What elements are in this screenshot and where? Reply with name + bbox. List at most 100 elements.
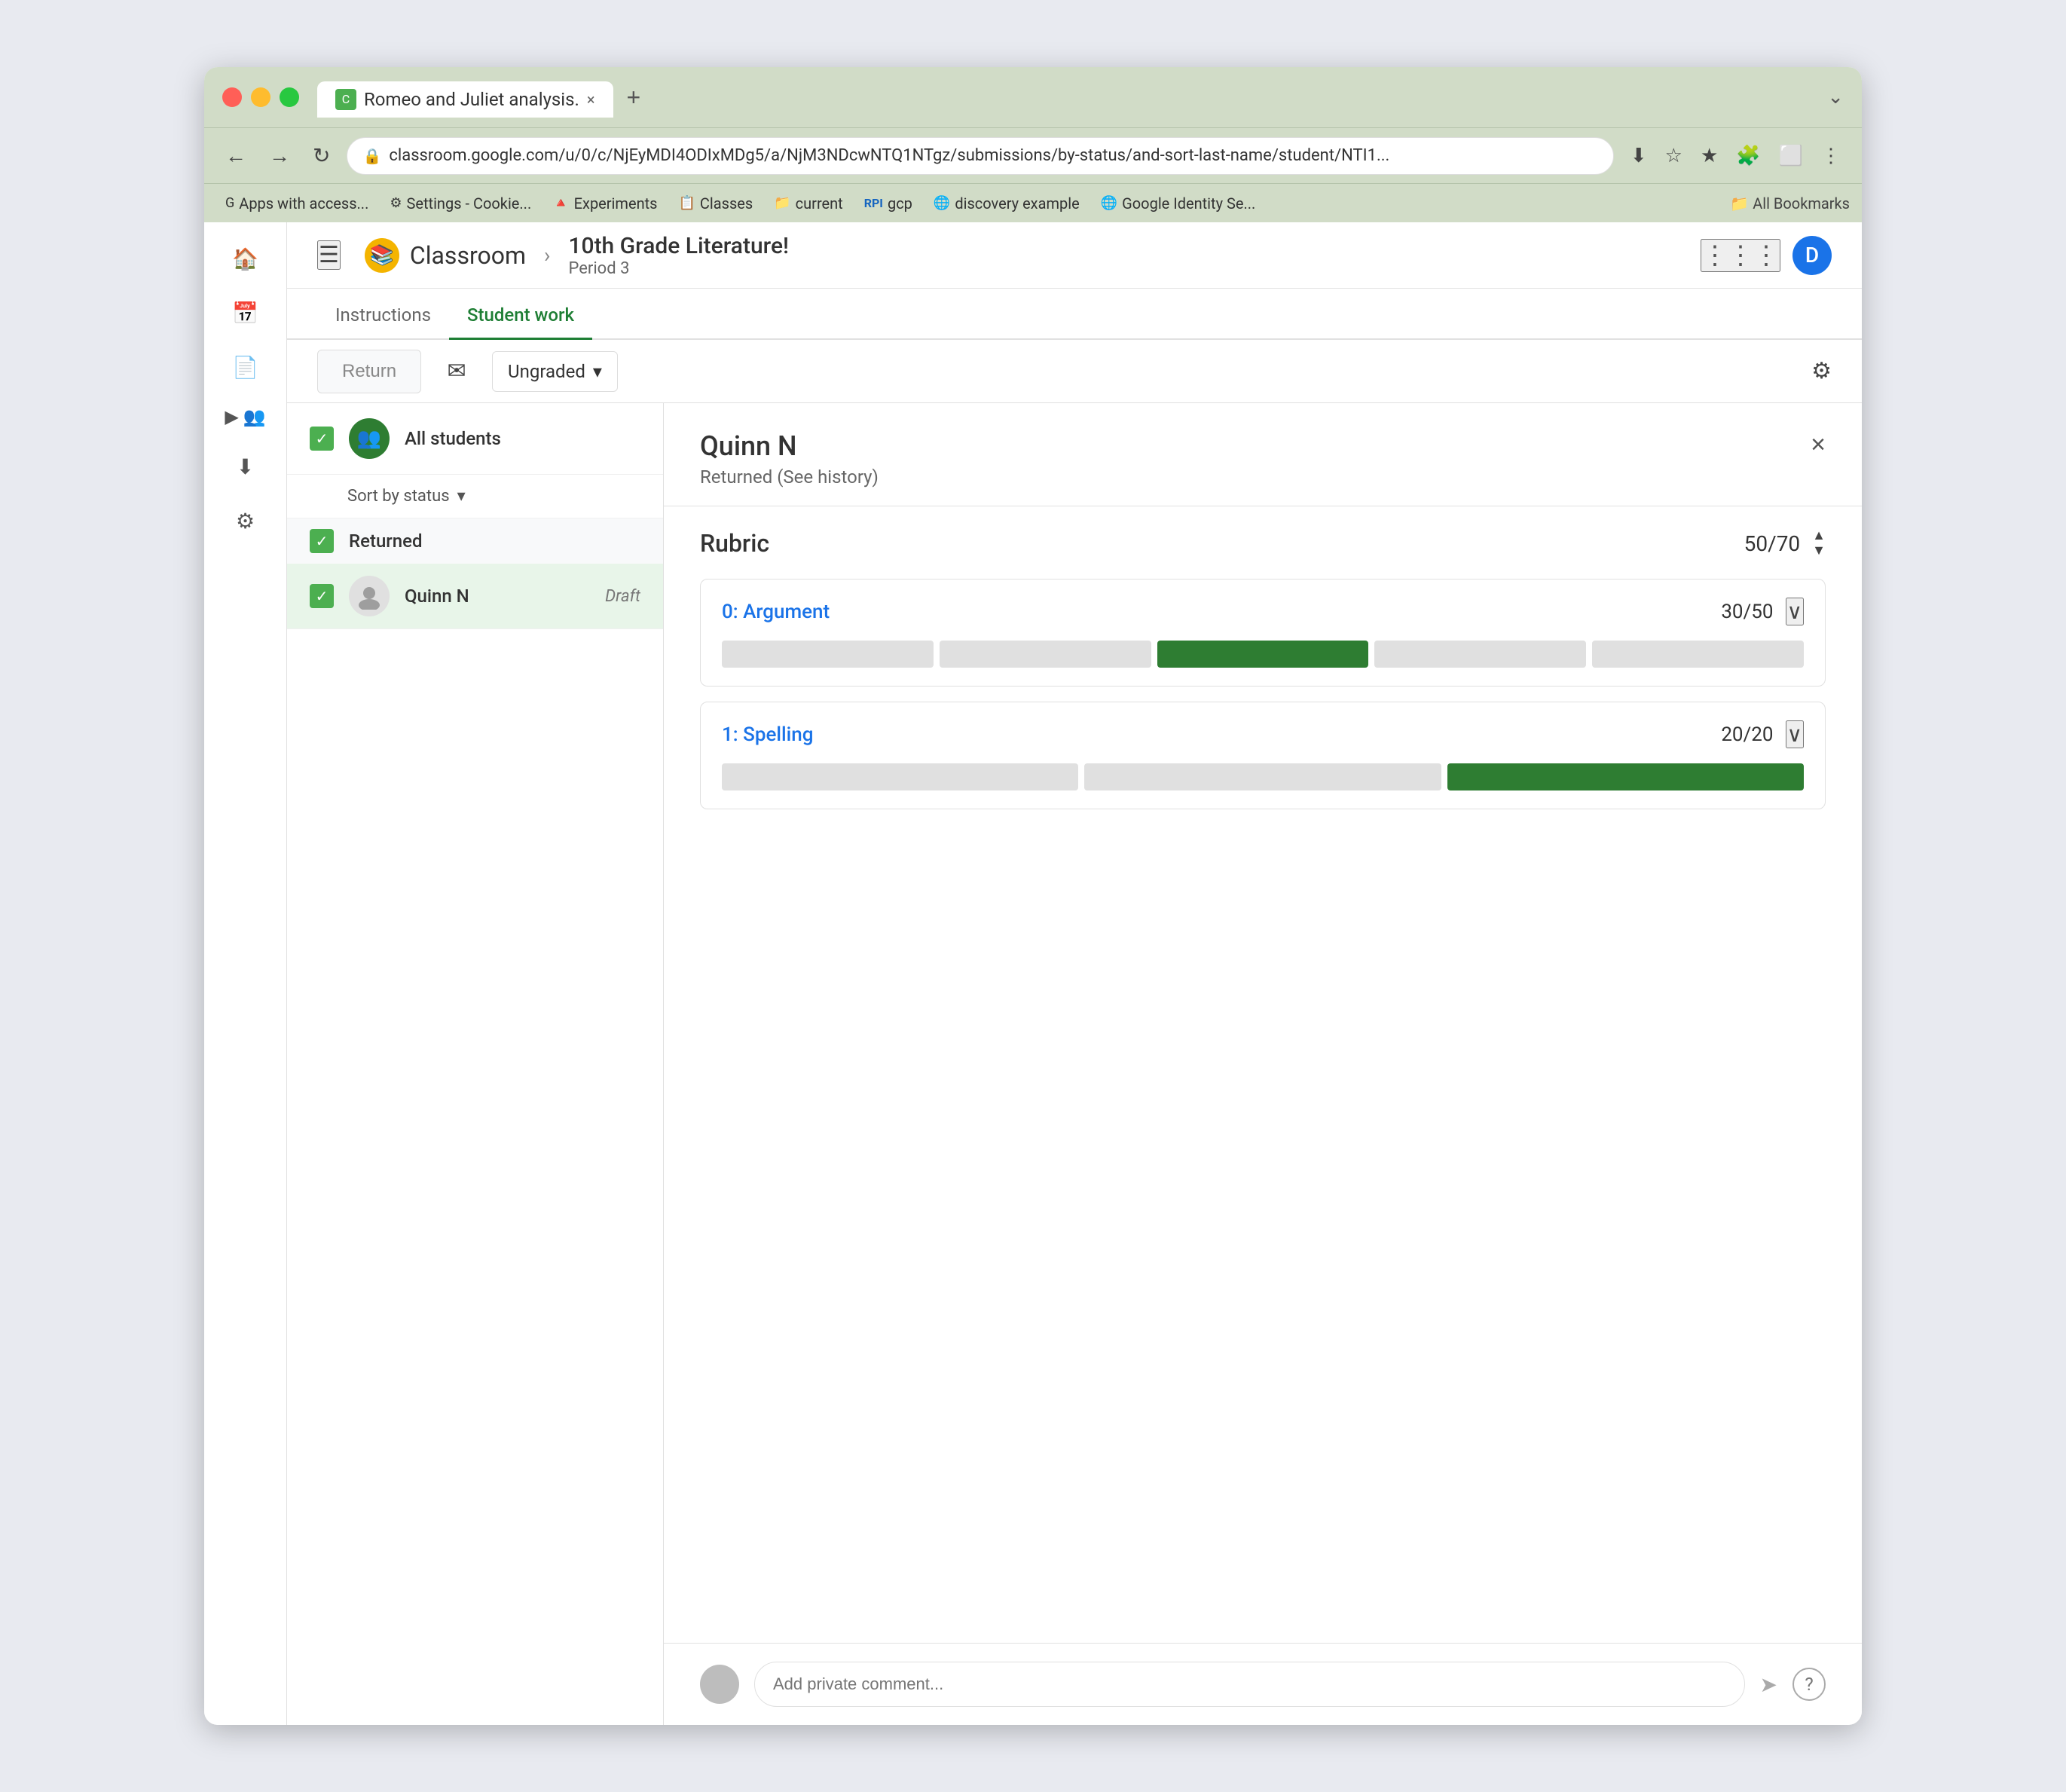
grade-label: Ungraded [508,361,585,382]
lock-icon: 🔒 [362,147,381,165]
sidebar-archive-button[interactable]: ⬇ [222,442,270,491]
sidebar-settings-button[interactable]: ⚙ [222,497,270,545]
classroom-app-name: Classroom [410,241,526,270]
sort-dropdown-arrow[interactable]: ▾ [457,487,466,506]
rubric-item-argument-header: 0: Argument 30/50 ∨ [722,598,1804,625]
rubric-item-spelling: 1: Spelling 20/20 ∨ [700,702,1826,809]
sidebar-calendar-button[interactable]: 📅 [222,289,270,337]
tab-instructions[interactable]: Instructions [317,292,449,340]
content-toolbar: Return ✉ Ungraded ▾ ⚙ [204,340,1862,403]
bookmark-current-icon: 📁 [774,195,790,211]
settings-button[interactable]: ⚙ [1811,358,1832,384]
student-detail-info: Quinn N Returned (See history) [700,430,879,488]
rubric-header: Rubric 50/70 ▲ ▼ [700,529,1826,558]
browser-menu-icon[interactable]: ⌄ [1827,86,1844,109]
close-panel-button[interactable]: × [1811,430,1826,460]
star-icon[interactable]: ★ [1695,138,1724,173]
google-apps-button[interactable]: ⋮⋮⋮ [1701,239,1780,272]
student-list-panel: ✓ 👥 All students Sort by status ▾ ✓ [287,403,664,1725]
returned-section-checkbox[interactable]: ✓ [310,529,334,553]
rubric-score-up-arrow[interactable]: ▲ [1812,529,1826,543]
rubric-argument-score: 30/50 [1721,601,1773,623]
rubric-argument-expand-button[interactable]: ∨ [1786,598,1805,625]
bookmark-classes-icon: 📋 [678,195,695,211]
bookmark-discovery-icon: 🌐 [934,195,950,211]
bookmark-google-identity[interactable]: 🌐 Google Identity Se... [1092,191,1265,216]
all-students-checkbox[interactable]: ✓ [310,427,334,451]
student-row[interactable]: ✓ Quinn N Draft [287,564,663,629]
bar-segment-3 [1157,641,1369,668]
bookmarks-bar: G Apps with access... ⚙ Settings - Cooki… [204,183,1862,222]
all-bookmarks-link[interactable]: 📁 All Bookmarks [1730,194,1850,213]
more-options-icon[interactable]: ⋮ [1815,138,1847,173]
close-window-button[interactable] [222,87,242,107]
bookmark-rpi-label: gcp [888,194,912,213]
tab-close-button[interactable]: × [587,90,595,109]
bookmark-settings[interactable]: ⚙ Settings - Cookie... [380,191,540,216]
profile-icon[interactable]: ⬜ [1773,138,1809,173]
rubric-total-score: 50/70 [1744,531,1801,556]
bookmark-discovery[interactable]: 🌐 discovery example [925,191,1089,216]
sidebar-people-expand[interactable]: ▶ 👥 [204,397,286,436]
course-period: Period 3 [568,259,789,278]
send-comment-button[interactable]: ➤ [1760,1672,1777,1697]
all-students-row: ✓ 👥 All students [287,403,663,475]
tab-bar: C Romeo and Juliet analysis. × + [317,78,1818,118]
all-students-avatar: 👥 [349,418,390,459]
commenter-avatar [700,1665,739,1704]
maximize-window-button[interactable] [280,87,299,107]
classroom-logo[interactable]: 📚 Classroom [365,238,526,273]
minimize-window-button[interactable] [251,87,270,107]
bookmark-classes[interactable]: 📋 Classes [669,191,762,216]
rubric-item-spelling-header: 1: Spelling 20/20 ∨ [722,720,1804,748]
forward-button[interactable]: → [263,138,296,174]
bookmark-current-label: current [796,194,843,213]
returned-section-header: ✓ Returned [287,518,663,564]
bookmark-google-identity-icon: 🌐 [1101,195,1117,211]
student-checkbox[interactable]: ✓ [310,584,334,608]
checkbox-check-icon: ✓ [316,430,329,448]
sidebar-assignments-button[interactable]: 📄 [222,343,270,391]
user-avatar[interactable]: D [1792,236,1832,275]
bookmark-rpi[interactable]: RPI gcp [855,191,921,216]
new-tab-button[interactable]: + [621,78,647,118]
reload-button[interactable]: ↻ [307,137,336,174]
rubric-score-arrows[interactable]: ▲ ▼ [1812,529,1826,558]
bookmark-experiments[interactable]: 🔺 Experiments [543,191,666,216]
extensions-icon[interactable]: 🧩 [1730,138,1766,173]
return-button[interactable]: Return [317,350,421,393]
spacer [664,847,1862,1643]
course-title: 10th Grade Literature! Period 3 [568,233,789,278]
bookmark-apps[interactable]: G Apps with access... [216,191,377,216]
rubric-section: Rubric 50/70 ▲ ▼ 0: Argument 30/50 ∨ [664,506,1862,847]
bookmark-classes-label: Classes [700,194,753,213]
tab-student-work[interactable]: Student work [449,292,592,340]
comment-input[interactable] [754,1662,1745,1707]
bookmark-icon[interactable]: ☆ [1659,138,1689,173]
download-icon[interactable]: ⬇ [1624,138,1653,173]
section-checkbox-check-icon: ✓ [316,532,329,550]
back-button[interactable]: ← [219,138,252,174]
email-button[interactable]: ✉ [436,351,477,392]
app-header: ☰ 📚 Classroom › 10th Grade Literature! P… [204,222,1862,289]
rubric-spelling-expand-button[interactable]: ∨ [1786,720,1805,748]
grade-dropdown[interactable]: Ungraded ▾ [492,351,618,392]
bookmark-current[interactable]: 📁 current [765,191,851,216]
student-status: Draft [605,587,640,606]
rubric-score-down-arrow[interactable]: ▼ [1812,544,1826,558]
help-button[interactable]: ? [1792,1668,1826,1701]
bar-segment-4 [1374,641,1586,668]
course-name: 10th Grade Literature! [568,233,789,259]
rubric-spelling-bar [722,763,1804,790]
address-bar[interactable]: 🔒 classroom.google.com/u/0/c/NjEyMDI4ODI… [347,137,1613,175]
rubric-spelling-score: 20/20 [1721,723,1773,746]
student-detail-status: Returned (See history) [700,466,879,488]
comment-section: ➤ ? [664,1643,1862,1725]
sidebar-home-button[interactable]: 🏠 [222,234,270,283]
tab-title: Romeo and Juliet analysis. [364,89,579,110]
toolbar-icons: ⬇ ☆ ★ 🧩 ⬜ ⋮ [1624,138,1847,173]
active-tab[interactable]: C Romeo and Juliet analysis. × [317,81,613,118]
all-students-label: All students [405,428,501,449]
student-avatar [349,576,390,616]
hamburger-menu-button[interactable]: ☰ [317,240,341,270]
